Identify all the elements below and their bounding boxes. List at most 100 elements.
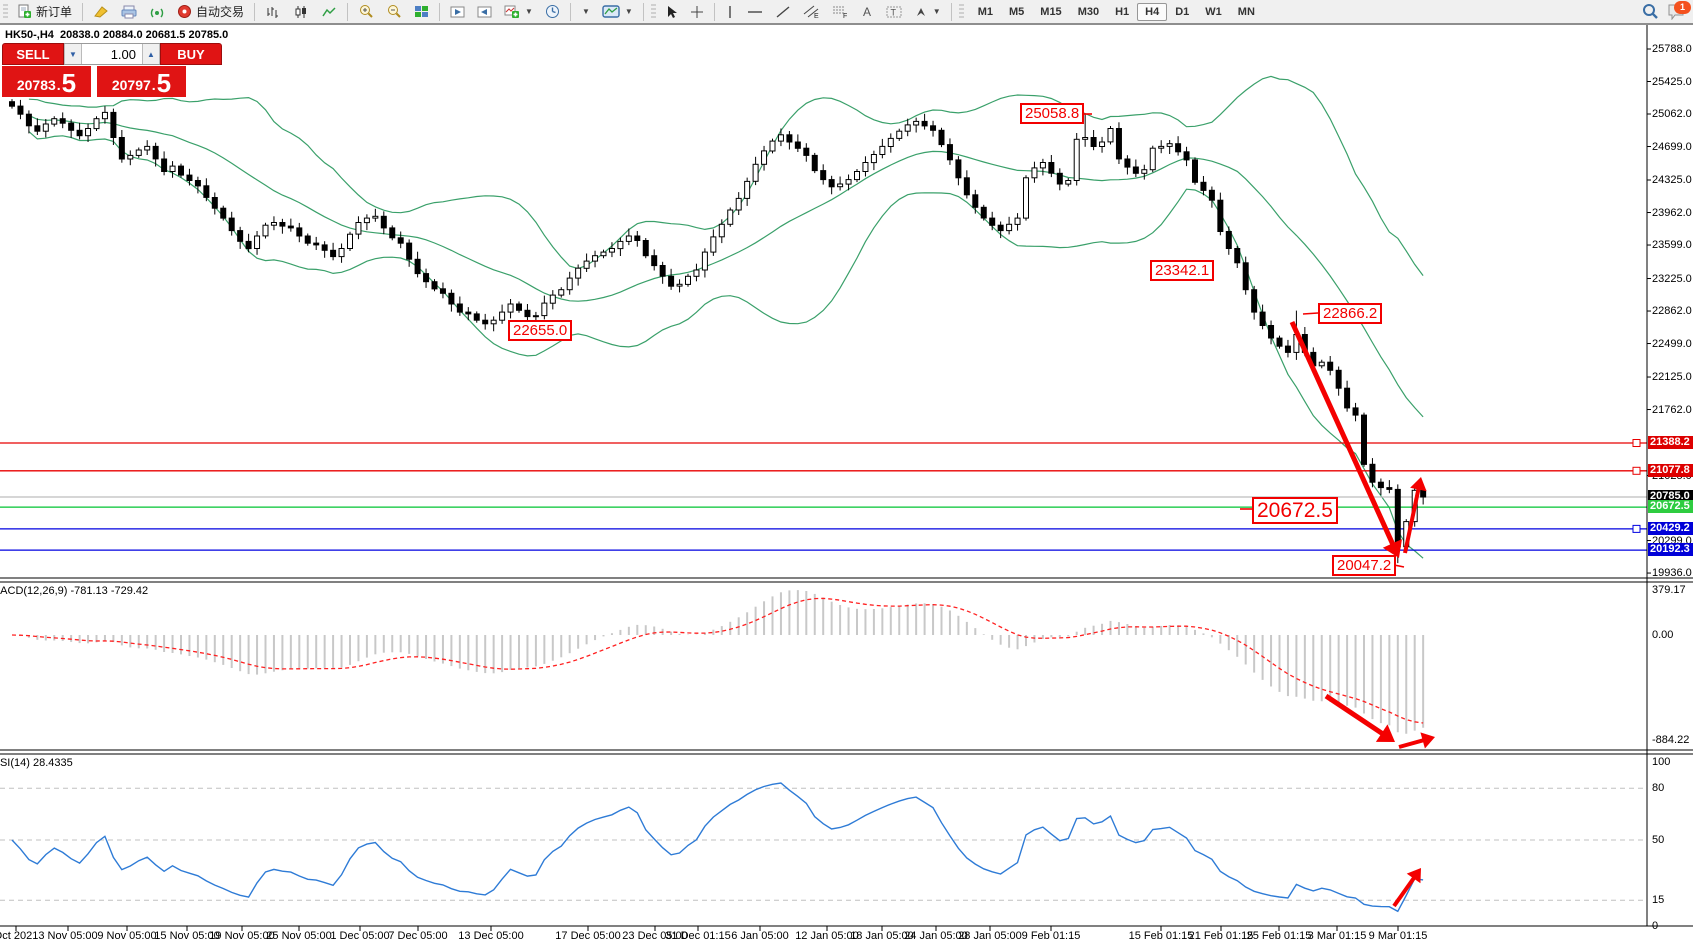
app-window: { "toolbar": { "new_order_label": "新订单",…: [0, 0, 1693, 943]
price-line-badge[interactable]: 21077.8: [1648, 464, 1693, 477]
price-axis-label: 23599.0: [1652, 239, 1692, 251]
trendline-icon: [775, 5, 791, 19]
vertical-line-button[interactable]: [719, 1, 741, 23]
chart-title: HK50-,H4 20838.0 20884.0 20681.5 20785.0: [5, 29, 228, 41]
candlestick-chart-icon: [293, 5, 309, 19]
toolbar-separator: [643, 3, 644, 21]
zoom-out-icon: [386, 4, 402, 19]
price-line-badge[interactable]: 21388.2: [1648, 436, 1693, 449]
arrows-button[interactable]: ▼: [908, 1, 947, 23]
timeframe-button-w1[interactable]: W1: [1197, 3, 1230, 21]
fibonacci-icon: F: [832, 4, 849, 19]
price-callout[interactable]: 20672.5: [1252, 497, 1338, 524]
timeframe-button-h4[interactable]: H4: [1137, 3, 1167, 21]
search-icon[interactable]: [1642, 3, 1659, 20]
trend-arrow[interactable]: [1394, 875, 1416, 906]
price-callout[interactable]: 20047.2: [1332, 555, 1396, 576]
volume-input[interactable]: [82, 44, 142, 64]
price-callout[interactable]: 22866.2: [1318, 303, 1382, 324]
price-line-badge[interactable]: 20672.5: [1648, 500, 1693, 513]
candlestick-chart-button[interactable]: [287, 1, 315, 23]
buy-price-display[interactable]: 20797 . 5: [97, 66, 186, 97]
timeframe-button-m15[interactable]: M15: [1032, 3, 1069, 21]
price-axis-label: 22862.0: [1652, 305, 1692, 317]
price-axis-label: 25425.0: [1652, 76, 1692, 88]
text-button[interactable]: A: [855, 1, 880, 23]
signal-button[interactable]: [143, 1, 171, 23]
date-axis-label: 28 Jan 05:00: [958, 930, 1022, 942]
line-chart-icon: [321, 5, 337, 19]
print-button[interactable]: [115, 1, 143, 23]
price-line-handle[interactable]: [1633, 467, 1640, 474]
price-callout[interactable]: 22655.0: [508, 320, 572, 341]
zoom-in-button[interactable]: [352, 1, 380, 23]
timeframe-button-h1[interactable]: H1: [1107, 3, 1137, 21]
timeframe-button-d1[interactable]: D1: [1167, 3, 1197, 21]
date-axis-label: 3 Nov 05:00: [38, 930, 97, 942]
price-callout[interactable]: 23342.1: [1150, 260, 1214, 281]
new-chart-button[interactable]: ▼: [498, 1, 539, 23]
svg-text:E: E: [814, 13, 819, 19]
crosshair-button[interactable]: [684, 1, 710, 23]
date-axis-label: 7 Dec 05:00: [388, 930, 447, 942]
price-axis-label: 22125.0: [1652, 371, 1692, 383]
rsi-scale-label: 15: [1652, 894, 1664, 906]
macd-scale-label: -884.22: [1652, 734, 1689, 746]
profile-charts-button[interactable]: [471, 1, 498, 23]
equidistant-channel-button[interactable]: E: [797, 1, 826, 23]
price-axis-label: 25788.0: [1652, 43, 1692, 55]
bar-chart-button[interactable]: [259, 1, 287, 23]
sell-price-display[interactable]: 20783 . 5: [2, 66, 91, 97]
indicators-dropdown-button[interactable]: ▼: [575, 1, 596, 23]
volume-increase-button[interactable]: ▲: [142, 44, 160, 64]
text-label-button[interactable]: T: [880, 1, 908, 23]
price-line-badge[interactable]: 20192.3: [1648, 543, 1693, 556]
price-line-handle[interactable]: [1633, 440, 1640, 447]
chevron-down-icon: ▼: [625, 7, 633, 16]
candlesticks: [10, 99, 1426, 563]
fibonacci-button[interactable]: F: [826, 1, 855, 23]
timeframe-button-mn[interactable]: MN: [1230, 3, 1263, 21]
auto-trading-button[interactable]: 自动交易: [171, 1, 250, 23]
tile-windows-button[interactable]: [408, 1, 435, 23]
toolbar-grip[interactable]: [651, 4, 656, 20]
profile-button[interactable]: [444, 1, 471, 23]
chat-icon[interactable]: 1: [1667, 3, 1687, 21]
new-order-button[interactable]: 新订单: [11, 1, 78, 23]
buy-button[interactable]: BUY: [160, 43, 222, 65]
text-label-icon: T: [886, 5, 902, 19]
crosshair-icon: [690, 5, 704, 19]
highlighter-button[interactable]: [87, 1, 115, 23]
price-line-badge[interactable]: 20429.2: [1648, 522, 1693, 535]
price-axis-label: 19936.0: [1652, 567, 1692, 579]
sell-button[interactable]: SELL: [2, 43, 64, 65]
date-axis-label: 9 Mar 01:15: [1369, 930, 1428, 942]
price-callout[interactable]: 25058.8: [1020, 103, 1084, 124]
toolbar-grip[interactable]: [3, 4, 8, 20]
timeframe-button-m30[interactable]: M30: [1070, 3, 1107, 21]
zoom-out-button[interactable]: [380, 1, 408, 23]
horizontal-line-button[interactable]: [741, 1, 769, 23]
trend-arrow[interactable]: [1399, 739, 1426, 747]
macd-scale-label: 379.17: [1652, 584, 1686, 596]
line-chart-button[interactable]: [315, 1, 343, 23]
equidistant-channel-icon: E: [803, 4, 820, 19]
date-axis-label: Oct 2021: [0, 930, 38, 942]
date-axis-label: 3 Mar 01:15: [1308, 930, 1367, 942]
period-button[interactable]: [539, 1, 566, 23]
timeframe-group: M1M5M15M30H1H4D1W1MN: [970, 3, 1263, 21]
trendline-button[interactable]: [769, 1, 797, 23]
date-axis-label: 21 Feb 01:15: [1189, 930, 1254, 942]
volume-decrease-button[interactable]: ▼: [64, 44, 82, 64]
template-icon: [602, 4, 620, 19]
timeframe-button-m1[interactable]: M1: [970, 3, 1001, 21]
sell-price-main: 20783: [17, 74, 56, 96]
price-line-handle[interactable]: [1633, 525, 1640, 532]
cursor-icon: [665, 5, 678, 19]
template-button[interactable]: ▼: [596, 1, 639, 23]
toolbar-grip[interactable]: [959, 4, 964, 20]
svg-text:T: T: [890, 7, 896, 17]
chart-canvas[interactable]: [0, 0, 1693, 943]
cursor-button[interactable]: [659, 1, 684, 23]
timeframe-button-m5[interactable]: M5: [1001, 3, 1032, 21]
